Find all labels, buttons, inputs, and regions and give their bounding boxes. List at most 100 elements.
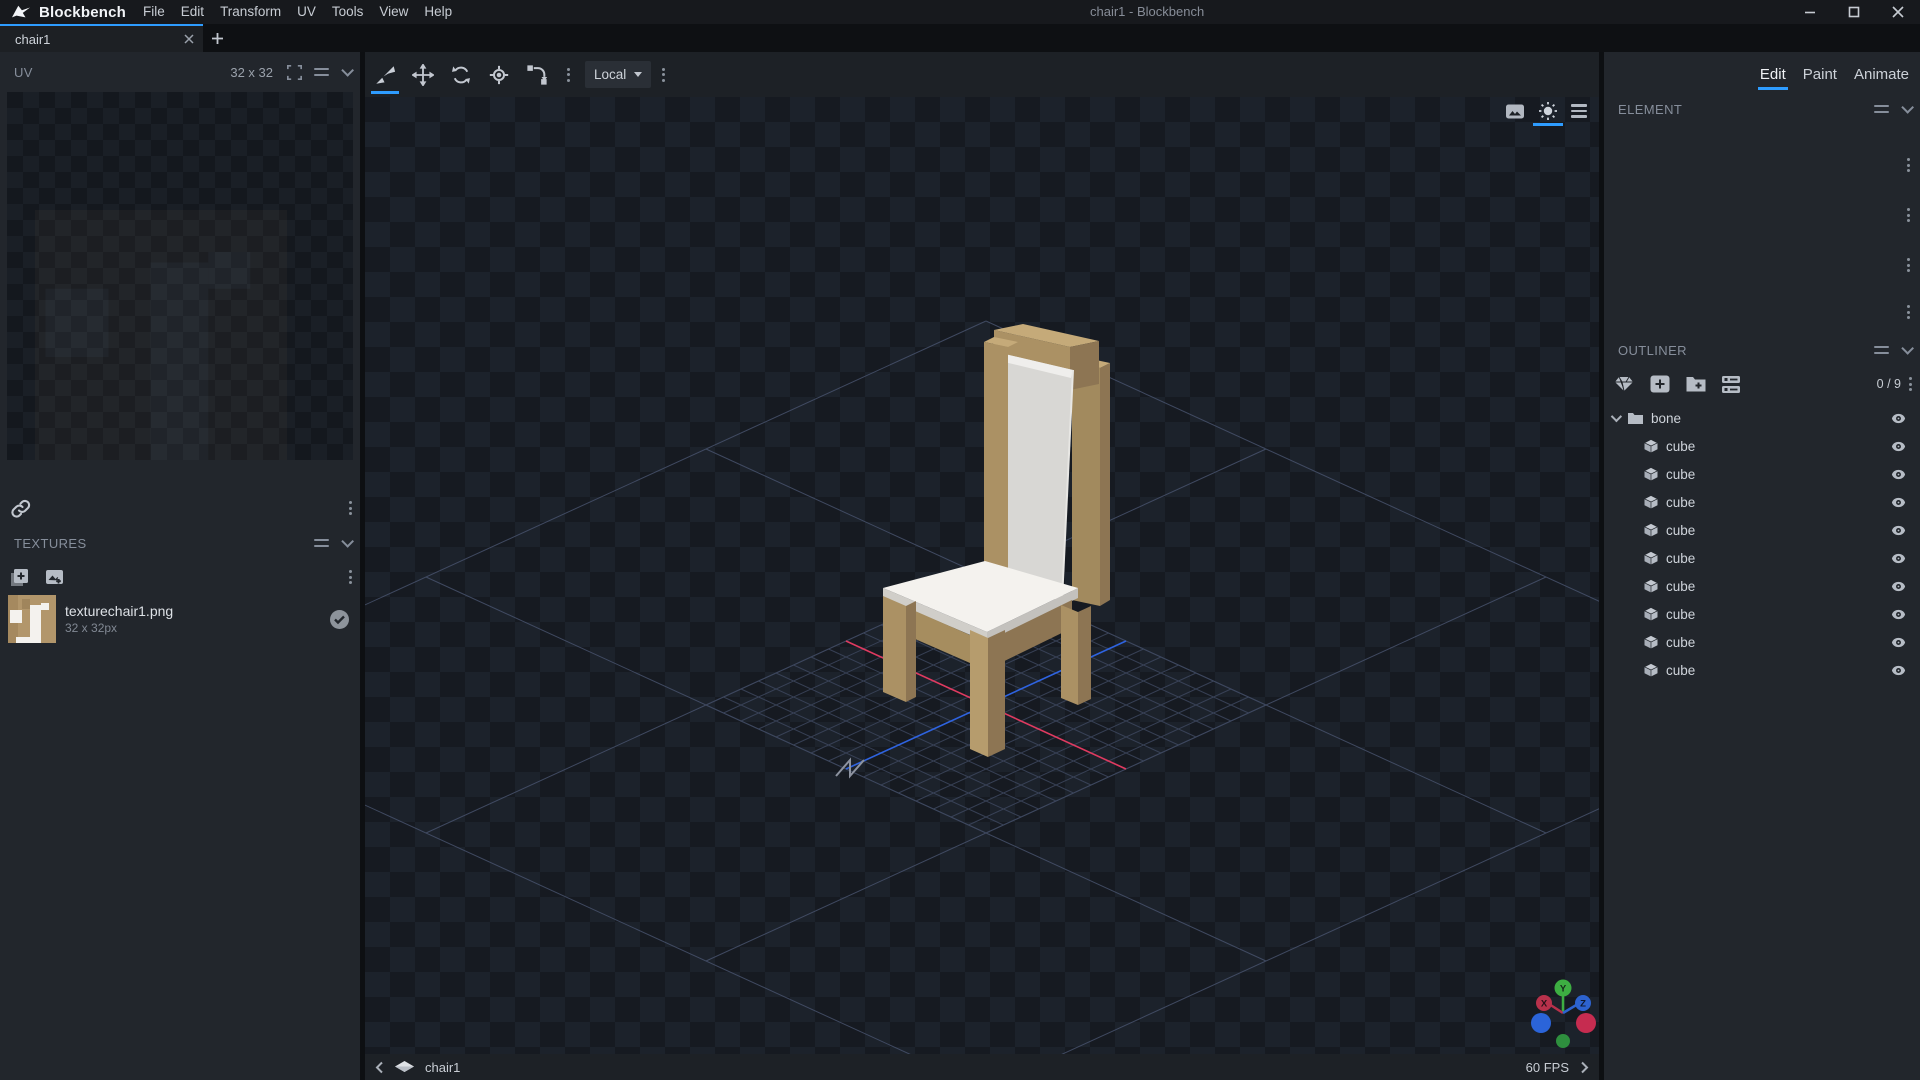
outliner-options-menu-icon[interactable] bbox=[1905, 373, 1916, 395]
pivot-tool[interactable] bbox=[480, 55, 518, 95]
textures-toolbar bbox=[0, 562, 360, 592]
textures-panel-menu-icon[interactable] bbox=[314, 539, 329, 547]
gizmo-negative-x-ball[interactable] bbox=[1531, 1013, 1551, 1033]
eye-visibility-icon[interactable] bbox=[1891, 469, 1906, 480]
cube-icon bbox=[1644, 439, 1658, 453]
menu-edit[interactable]: Edit bbox=[173, 0, 212, 24]
project-format-icon bbox=[395, 1061, 414, 1073]
cube-icon bbox=[1644, 467, 1658, 481]
eye-visibility-icon[interactable] bbox=[1891, 609, 1906, 620]
eye-visibility-icon[interactable] bbox=[1891, 665, 1906, 676]
sun-active-underline bbox=[1533, 123, 1563, 126]
outliner-row-cube[interactable]: cube bbox=[1604, 516, 1920, 544]
status-project-name[interactable]: chair1 bbox=[425, 1060, 460, 1075]
maximize-button[interactable] bbox=[1832, 0, 1876, 24]
element-panel-menu-icon[interactable] bbox=[1874, 105, 1889, 113]
outliner-row-label: bone bbox=[1651, 411, 1891, 426]
viewport-3d-canvas[interactable]: Y X Z bbox=[365, 97, 1599, 1054]
texture-selected-check-icon bbox=[329, 609, 350, 630]
tab-chair1[interactable]: chair1 bbox=[0, 24, 203, 52]
right-panel: Edit Paint Animate ELEMENT OUTLINER bbox=[1604, 52, 1920, 1080]
gizmo-negative-z-ball[interactable] bbox=[1576, 1013, 1596, 1033]
uv-panel-menu-icon[interactable] bbox=[314, 68, 329, 76]
textures-options-menu-icon[interactable] bbox=[345, 566, 356, 588]
outliner-row-cube[interactable]: cube bbox=[1604, 600, 1920, 628]
mode-tab-paint[interactable]: Paint bbox=[1803, 66, 1837, 83]
element-row-menu-icon[interactable] bbox=[1903, 204, 1914, 226]
outliner-view-toggle-icon[interactable] bbox=[1722, 376, 1740, 393]
element-collapse-chevron-icon[interactable] bbox=[1901, 101, 1914, 114]
gizmo-negative-y-ball[interactable] bbox=[1556, 1034, 1570, 1048]
outliner-row-cube[interactable]: cube bbox=[1604, 488, 1920, 516]
element-row-menu-icon[interactable] bbox=[1903, 154, 1914, 176]
element-row-menu-icon[interactable] bbox=[1903, 301, 1914, 323]
eye-visibility-icon[interactable] bbox=[1891, 413, 1906, 424]
chevron-right-icon[interactable] bbox=[1580, 1061, 1589, 1074]
orientation-gizmo[interactable]: Y X Z bbox=[1531, 980, 1596, 1049]
outliner-panel-menu-icon[interactable] bbox=[1874, 346, 1889, 354]
menu-tools[interactable]: Tools bbox=[324, 0, 372, 24]
rotate-tool[interactable] bbox=[442, 55, 480, 95]
outliner-row-cube[interactable]: cube bbox=[1604, 460, 1920, 488]
menu-transform[interactable]: Transform bbox=[212, 0, 289, 24]
import-texture-icon[interactable] bbox=[45, 569, 64, 585]
uv-collapse-chevron-icon[interactable] bbox=[341, 64, 354, 77]
menu-uv[interactable]: UV bbox=[289, 0, 324, 24]
textures-panel-header: TEXTURES bbox=[0, 530, 360, 556]
uv-texture-ghost bbox=[35, 210, 287, 460]
outliner-row-cube[interactable]: cube bbox=[1604, 628, 1920, 656]
vertex-snap-tool[interactable] bbox=[518, 55, 556, 95]
add-group-button[interactable] bbox=[1686, 376, 1706, 392]
move-tool[interactable] bbox=[404, 55, 442, 95]
outliner-row-label: cube bbox=[1666, 467, 1891, 482]
chevron-down-icon[interactable] bbox=[1611, 411, 1622, 422]
mode-tab-animate[interactable]: Animate bbox=[1854, 66, 1909, 83]
menu-help[interactable]: Help bbox=[416, 0, 460, 24]
outliner-row-label: cube bbox=[1666, 523, 1891, 538]
outliner-row-label: cube bbox=[1666, 635, 1891, 650]
outliner-row-cube[interactable]: cube bbox=[1604, 432, 1920, 460]
eye-visibility-icon[interactable] bbox=[1891, 637, 1906, 648]
outliner-row-group[interactable]: bone bbox=[1604, 404, 1920, 432]
element-row-menu-icon[interactable] bbox=[1903, 254, 1914, 276]
outliner-collapse-chevron-icon[interactable] bbox=[1901, 342, 1914, 355]
link-icon[interactable] bbox=[10, 498, 31, 519]
texture-list-item[interactable]: texturechair1.png 32 x 32px bbox=[0, 592, 360, 646]
eye-visibility-icon[interactable] bbox=[1891, 441, 1906, 452]
menu-file[interactable]: File bbox=[135, 0, 173, 24]
outliner-row-cube[interactable]: cube bbox=[1604, 544, 1920, 572]
background-image-icon[interactable] bbox=[1505, 103, 1525, 120]
minimize-button[interactable] bbox=[1788, 0, 1832, 24]
eye-visibility-icon[interactable] bbox=[1891, 581, 1906, 592]
uv-editor-canvas[interactable] bbox=[7, 92, 353, 460]
chevron-left-icon[interactable] bbox=[375, 1061, 384, 1074]
outliner-row-cube[interactable]: cube bbox=[1604, 656, 1920, 684]
eye-visibility-icon[interactable] bbox=[1891, 553, 1906, 564]
fullscreen-icon[interactable] bbox=[287, 65, 302, 80]
sun-shading-icon[interactable] bbox=[1538, 101, 1558, 121]
new-tab-button[interactable] bbox=[206, 27, 228, 49]
svg-text:Z: Z bbox=[1580, 999, 1586, 1010]
outliner-selection-count: 0 / 9 bbox=[1877, 377, 1901, 391]
mode-tab-edit[interactable]: Edit bbox=[1760, 66, 1786, 83]
textures-collapse-chevron-icon[interactable] bbox=[341, 535, 354, 548]
menu-view[interactable]: View bbox=[371, 0, 416, 24]
move-gizmo-tool[interactable] bbox=[366, 55, 404, 95]
transform-space-dropdown[interactable]: Local bbox=[585, 61, 651, 88]
outliner-panel-title: OUTLINER bbox=[1618, 343, 1687, 358]
close-button[interactable] bbox=[1876, 0, 1920, 24]
cube-icon bbox=[1644, 663, 1658, 677]
add-cube-button[interactable] bbox=[1650, 375, 1670, 393]
eye-visibility-icon[interactable] bbox=[1891, 497, 1906, 508]
tab-close-icon[interactable] bbox=[184, 34, 194, 44]
gem-select-icon[interactable] bbox=[1614, 376, 1634, 392]
uv-options-menu-icon[interactable] bbox=[345, 497, 356, 519]
create-texture-icon[interactable] bbox=[10, 568, 29, 587]
uv-size-label: 32 x 32 bbox=[230, 65, 273, 80]
toolbar-config-menu-icon[interactable] bbox=[658, 64, 669, 86]
viewport-menu-icon[interactable] bbox=[1571, 104, 1587, 118]
toolbar-overflow-menu-icon[interactable] bbox=[563, 64, 574, 86]
outliner-row-cube[interactable]: cube bbox=[1604, 572, 1920, 600]
eye-visibility-icon[interactable] bbox=[1891, 525, 1906, 536]
outliner-row-label: cube bbox=[1666, 607, 1891, 622]
